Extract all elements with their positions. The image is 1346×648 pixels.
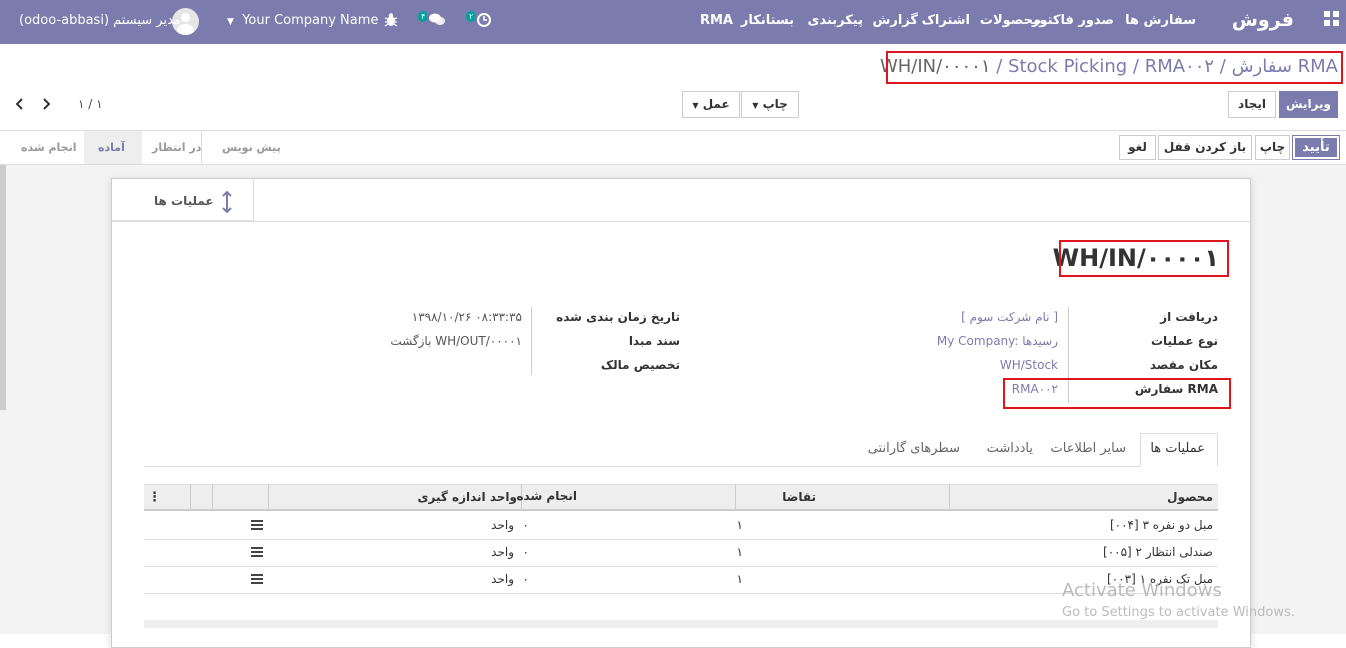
menu-subscription[interactable]: اشتراک <box>922 13 970 28</box>
caret-down-icon: ▼ <box>692 101 699 110</box>
table-header <box>144 484 1218 511</box>
detailed-operations-icon[interactable] <box>251 547 263 557</box>
table-row-divider <box>144 566 1218 567</box>
user-menu[interactable]: مدیر سیستم (odoo-abbasi) <box>19 13 181 28</box>
menu-creditor[interactable]: بستانکار <box>741 13 794 28</box>
arrows-vertical-icon <box>221 190 233 217</box>
menu-products[interactable]: محصولات <box>980 13 1041 28</box>
row2-demand[interactable]: ۱ <box>737 545 743 559</box>
column-options-icon[interactable]: ⋮ <box>148 490 161 505</box>
pager-previous-icon[interactable] <box>15 98 24 114</box>
messages-badge: ۴ <box>418 11 429 22</box>
tab-warranty-lines[interactable]: سطرهای گارانتی <box>868 441 960 456</box>
menu-configuration[interactable]: پیکربندی <box>808 13 863 28</box>
print-button[interactable]: چاپ <box>1255 135 1290 160</box>
column-divider <box>949 484 950 511</box>
caret-down-icon: ▼ <box>227 17 234 27</box>
column-divider <box>268 484 269 511</box>
col-product[interactable]: محصول <box>1167 490 1213 504</box>
detailed-operations-icon[interactable] <box>251 520 263 530</box>
column-divider <box>190 484 191 511</box>
column-divider <box>735 484 736 511</box>
col-demand[interactable]: تقاضا <box>782 490 816 504</box>
highlight-box-rma <box>1003 378 1231 409</box>
pager-value[interactable]: ۱ / ۱ <box>78 97 103 111</box>
scheduled-date-field[interactable]: ۱۳۹۸/۱۰/۲۶ ۰۸:۳۳:۳۵ <box>412 310 522 324</box>
confirm-button[interactable]: تأیید <box>1292 135 1340 160</box>
company-name: Your Company Name <box>242 13 379 28</box>
row1-done[interactable]: ۰ <box>523 518 529 532</box>
row1-demand[interactable]: ۱ <box>737 518 743 532</box>
tab-other-info[interactable]: سایر اطلاعات <box>1051 441 1126 456</box>
scheduled-date-label: تاریخ زمان بندی شده <box>556 310 680 324</box>
highlight-box-title <box>1059 240 1229 277</box>
row2-done[interactable]: ۰ <box>523 545 529 559</box>
row2-product[interactable]: [۰۰۵] صندلی انتظار ۲ <box>1103 545 1213 559</box>
destination-location-label: مکان مقصد <box>1149 358 1218 372</box>
windows-watermark-subtitle: Go to Settings to activate Windows. <box>1062 605 1295 620</box>
menu-orders[interactable]: سفارش ها <box>1125 13 1196 28</box>
col-uom[interactable]: واحد اندازه گیری <box>417 490 517 504</box>
col-done[interactable]: انجام شده <box>516 489 577 503</box>
stage-draft[interactable]: پیش نویس <box>222 141 281 154</box>
activity-badge: ۲ <box>466 11 477 22</box>
receive-from-field[interactable]: [ نام شرکت سوم ] <box>961 310 1058 324</box>
menu-rma[interactable]: RMA <box>700 13 733 28</box>
detailed-operations-icon[interactable] <box>251 574 263 584</box>
row1-uom[interactable]: واحد <box>491 518 514 532</box>
tab-operations[interactable]: عملیات ها <box>1150 441 1205 456</box>
stage-done[interactable]: انجام شده <box>21 141 77 154</box>
source-document-field[interactable]: بازگشت WH/OUT/۰۰۰۰۱ <box>390 334 522 348</box>
create-button[interactable]: ایجاد <box>1228 91 1276 118</box>
operations-smart-button-label: عملیات ها <box>154 194 214 208</box>
source-document-label: سند مبدا <box>628 334 680 348</box>
debug-bug-icon[interactable] <box>384 12 398 28</box>
action-dropdown-label: عمل <box>702 97 730 111</box>
smart-button-divider <box>112 221 1250 222</box>
app-brand[interactable]: فروش <box>1232 9 1294 31</box>
table-row-divider <box>144 593 1218 594</box>
operation-type-label: نوع عملیات <box>1150 334 1218 348</box>
edit-button[interactable]: ویرایش <box>1279 91 1338 118</box>
row3-done[interactable]: ۰ <box>523 572 529 586</box>
top-navbar: فروش سفارش ها صدور فاکتور محصولات اشتراک… <box>0 0 1346 44</box>
tab-notes[interactable]: یادداشت <box>987 441 1033 456</box>
print-dropdown[interactable]: ▼ چاپ <box>741 91 799 118</box>
assign-owner-label: تخصیص مالک <box>600 358 680 372</box>
activity-clock-icon[interactable] <box>476 12 492 28</box>
row2-uom[interactable]: واحد <box>491 545 514 559</box>
field-separator <box>531 307 532 375</box>
destination-location-field[interactable]: WH/Stock <box>1000 358 1058 372</box>
tabs-underline <box>144 466 1218 467</box>
table-footer <box>144 620 1218 628</box>
row3-uom[interactable]: واحد <box>491 572 514 586</box>
caret-down-icon: ▼ <box>752 101 759 110</box>
operation-type-field[interactable]: My Company: رسیدها <box>937 334 1058 348</box>
unlock-button[interactable]: باز کردن قفل <box>1158 135 1252 160</box>
table-row-divider <box>144 539 1218 540</box>
print-dropdown-label: چاپ <box>762 97 788 111</box>
stage-ready[interactable]: آماده <box>98 141 125 154</box>
windows-watermark-title: Activate Windows <box>1062 580 1222 601</box>
cancel-button[interactable]: لغو <box>1119 135 1156 160</box>
receive-from-label: دریافت از <box>1160 310 1218 324</box>
scrollbar-thumb[interactable] <box>0 165 6 410</box>
pager-next-icon[interactable] <box>42 98 51 114</box>
column-divider <box>212 484 213 511</box>
row1-product[interactable]: [۰۰۴] مبل دو نفره ۳ <box>1110 518 1213 532</box>
apps-menu-icon[interactable] <box>1324 11 1340 27</box>
menu-reporting[interactable]: گزارش <box>872 13 918 28</box>
menu-invoicing[interactable]: صدور فاکتور <box>1032 13 1114 28</box>
messages-icon[interactable] <box>428 12 446 28</box>
stage-waiting[interactable]: در انتظار <box>152 141 201 154</box>
highlight-box-breadcrumb <box>886 51 1343 84</box>
action-dropdown[interactable]: ▼ عمل <box>682 91 740 118</box>
row3-demand[interactable]: ۱ <box>737 572 743 586</box>
company-switcher[interactable]: ▼ Your Company Name <box>227 13 378 28</box>
